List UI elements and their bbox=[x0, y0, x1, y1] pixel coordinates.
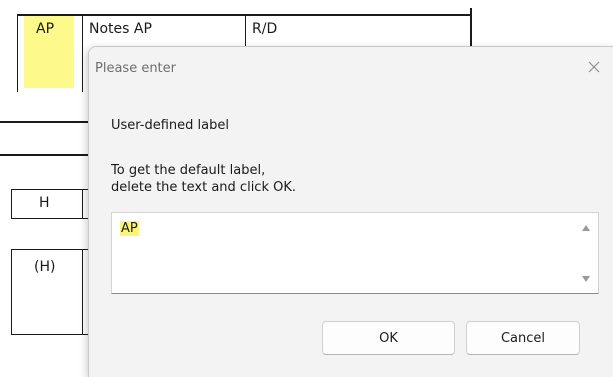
table-divider-2 bbox=[245, 14, 246, 46]
close-icon bbox=[588, 61, 600, 73]
paren-h-cell-top bbox=[11, 249, 88, 250]
header-cell-rd: R/D bbox=[252, 21, 278, 37]
row-h-label: H bbox=[39, 195, 50, 211]
header-cell-notes-ap: Notes AP bbox=[89, 21, 152, 37]
close-button[interactable] bbox=[583, 56, 605, 78]
input-dialog: Please enter User-defined label To get t… bbox=[88, 46, 613, 377]
rule-1 bbox=[0, 121, 88, 123]
h-cell-divider bbox=[82, 189, 83, 219]
label-textarea[interactable]: AP bbox=[111, 212, 599, 294]
scroll-down-icon[interactable] bbox=[580, 273, 592, 285]
field-label: User-defined label bbox=[111, 118, 229, 133]
rule-2 bbox=[0, 154, 88, 156]
paren-h-cell-divider bbox=[82, 249, 83, 335]
row-paren-h-label: (H) bbox=[34, 259, 56, 275]
dialog-title: Please enter bbox=[95, 61, 176, 76]
cancel-button[interactable]: Cancel bbox=[466, 321, 580, 355]
textarea-value: AP bbox=[120, 221, 139, 236]
h-cell-left bbox=[11, 189, 12, 219]
scroll-up-icon[interactable] bbox=[580, 222, 592, 234]
paren-h-cell-bottom bbox=[11, 334, 88, 335]
ok-button[interactable]: OK bbox=[322, 321, 455, 355]
h-cell-top bbox=[11, 189, 88, 190]
h-cell-bottom bbox=[11, 218, 88, 219]
table-left-border bbox=[17, 14, 18, 92]
table-divider-1 bbox=[82, 14, 83, 92]
paren-h-cell-left bbox=[11, 249, 12, 335]
instruction-line-1: To get the default label, bbox=[111, 163, 266, 178]
header-cell-ap: AP bbox=[36, 21, 55, 37]
table-right-border bbox=[470, 8, 472, 46]
instruction-line-2: delete the text and click OK. bbox=[111, 180, 297, 195]
